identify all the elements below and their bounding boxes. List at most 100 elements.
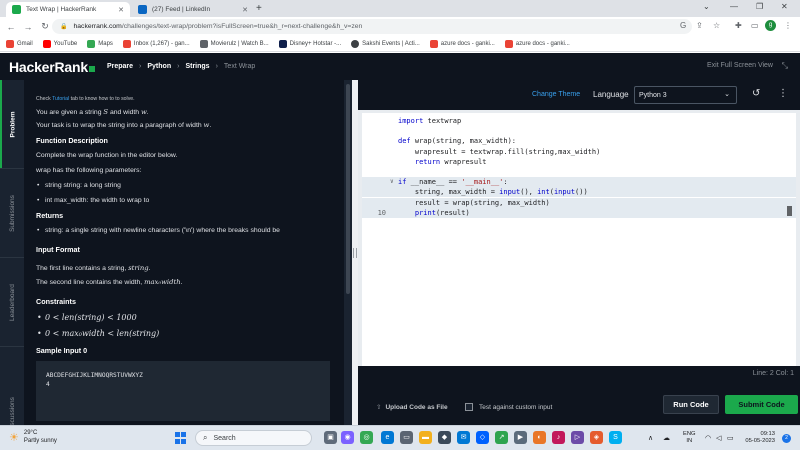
close-tab-icon[interactable]: ✕ bbox=[242, 6, 248, 14]
list-item: 0 < max₀width < len(string) bbox=[36, 328, 332, 340]
share-icon[interactable]: ⇪ bbox=[696, 21, 703, 30]
reload-icon[interactable]: ↻ bbox=[39, 21, 51, 32]
skype-icon[interactable]: S bbox=[609, 431, 622, 444]
side-panel-icon[interactable]: ▭ bbox=[751, 21, 759, 30]
code-line[interactable]: result = wrap(string, max_width) bbox=[362, 197, 796, 208]
restore-icon[interactable]: ❐ bbox=[756, 2, 763, 11]
bookmark-azure-docs-1[interactable]: azure docs - ganki... bbox=[429, 39, 495, 48]
file-explorer-icon[interactable]: ▬ bbox=[419, 431, 432, 444]
google-icon[interactable]: G bbox=[680, 21, 686, 30]
bookmark-star-icon[interactable]: ☆ bbox=[713, 21, 720, 30]
bookmark-gmail[interactable]: Gmail bbox=[6, 39, 33, 48]
tab-leaderboard[interactable]: Leaderboard bbox=[0, 258, 24, 346]
teams-icon[interactable]: ◉ bbox=[341, 431, 354, 444]
battery-icon[interactable]: ▭ bbox=[727, 434, 734, 442]
browser-tab-active[interactable]: Text Wrap | HackerRank ✕ bbox=[6, 2, 130, 17]
dropbox-icon[interactable]: ◇ bbox=[476, 431, 489, 444]
cloud-icon[interactable]: ☁ bbox=[663, 434, 670, 442]
store-icon[interactable]: ◆ bbox=[438, 431, 451, 444]
bookmark-movierulz[interactable]: Movierulz | Watch B... bbox=[199, 39, 269, 48]
submit-code-button[interactable]: Submit Code bbox=[725, 395, 798, 414]
chrome-menu-icon[interactable]: ⋮ bbox=[784, 21, 792, 30]
volume-icon[interactable]: ◁ bbox=[716, 434, 721, 442]
chart-app-icon[interactable]: ↗ bbox=[495, 431, 508, 444]
windows-taskbar: ☀ 29°C Partly sunny ⌕ Search ▣ ◉ ◎ e ▭ ▬… bbox=[0, 425, 800, 450]
upload-code-button[interactable]: ⇧ Upload Code as File bbox=[376, 403, 448, 411]
exit-fullscreen-link[interactable]: Exit Full Screen View bbox=[707, 62, 773, 69]
git-icon[interactable]: ◈ bbox=[590, 431, 603, 444]
terminal-icon[interactable]: ▭ bbox=[400, 431, 413, 444]
bookmark-inbox[interactable]: Inbox (1,267) - gan... bbox=[122, 39, 190, 48]
url-bar[interactable]: 🔒 hackerrank.com/challenges/text-wrap/pr… bbox=[52, 19, 692, 34]
firefox-icon[interactable]: ◐ bbox=[533, 431, 546, 444]
notification-badge[interactable]: 2 bbox=[782, 434, 791, 443]
bookmark-sakshi[interactable]: Sakshi Events | Acti... bbox=[351, 39, 420, 48]
edge-icon[interactable]: e bbox=[381, 431, 394, 444]
fold-chevron-icon[interactable]: ∨ bbox=[390, 177, 394, 187]
extensions-icon[interactable]: ✚ bbox=[735, 21, 742, 30]
taskbar-search[interactable]: ⌕ Search bbox=[195, 430, 312, 446]
profile-avatar[interactable]: g bbox=[765, 20, 776, 31]
music-app-icon[interactable]: ♪ bbox=[552, 431, 565, 444]
browser-tab-title: (27) Feed | LinkedIn bbox=[152, 6, 211, 13]
code-line[interactable]: import textwrap bbox=[362, 116, 796, 126]
code-line[interactable]: 10 print(result) bbox=[362, 207, 796, 218]
reset-code-icon[interactable]: ↺ bbox=[752, 88, 760, 99]
taskbar-clock[interactable]: 09:13 05-05-2023 bbox=[741, 431, 775, 445]
chrome-icon[interactable]: ◎ bbox=[360, 431, 373, 444]
code-line[interactable] bbox=[362, 167, 796, 177]
task-view-icon[interactable]: ▣ bbox=[324, 431, 337, 444]
custom-input-toggle[interactable]: Test against custom input bbox=[465, 403, 552, 411]
scrollbar-thumb[interactable] bbox=[346, 84, 350, 294]
tab-search-icon[interactable]: ⌄ bbox=[703, 2, 710, 11]
chevron-up-icon[interactable]: ∧ bbox=[648, 434, 653, 442]
new-tab-button[interactable]: + bbox=[256, 3, 262, 14]
cursor-position: Line: 2 Col: 1 bbox=[752, 370, 794, 377]
mail-icon[interactable]: ✉ bbox=[457, 431, 470, 444]
gmail-icon bbox=[122, 39, 131, 48]
bookmark-hotstar[interactable]: Disney+ Hotstar -... bbox=[278, 39, 341, 48]
run-code-button[interactable]: Run Code bbox=[663, 395, 719, 414]
code-line[interactable]: string, max_width = input(), int(input()… bbox=[362, 187, 796, 198]
code-editor[interactable]: import textwrap def wrap(string, max_widt… bbox=[362, 113, 796, 369]
lock-icon: 🔒 bbox=[60, 24, 68, 30]
divider bbox=[0, 346, 24, 347]
hotstar-icon bbox=[278, 39, 287, 48]
problem-scrollbar[interactable] bbox=[344, 80, 352, 425]
minimize-icon[interactable]: — bbox=[730, 2, 738, 11]
input-language[interactable]: ENG IN bbox=[683, 431, 696, 445]
visual-studio-icon[interactable]: ▷ bbox=[571, 431, 584, 444]
wifi-icon[interactable]: ◠ bbox=[705, 434, 711, 442]
code-line[interactable]: return wrapresult bbox=[362, 157, 796, 167]
more-options-icon[interactable]: ⋮ bbox=[778, 88, 788, 99]
custom-input-checkbox[interactable] bbox=[465, 403, 473, 411]
drag-handle-icon[interactable] bbox=[353, 248, 357, 258]
breadcrumb-python[interactable]: Python bbox=[147, 63, 171, 70]
start-menu-icon[interactable] bbox=[175, 432, 187, 444]
code-editor-frame: import textwrap def wrap(string, max_widt… bbox=[358, 110, 800, 382]
code-line[interactable]: wrapresult = textwrap.fill(string,max_wi… bbox=[362, 147, 796, 157]
browser-tab-linkedin[interactable]: (27) Feed | LinkedIn ✕ bbox=[132, 2, 254, 17]
exit-fullscreen-icon[interactable]: ⤡ bbox=[782, 61, 788, 71]
language-value: Python 3 bbox=[639, 91, 667, 99]
code-line[interactable] bbox=[362, 126, 796, 136]
code-line[interactable]: ∨ if __name__ == '__main__': bbox=[362, 177, 796, 188]
close-tab-icon[interactable]: ✕ bbox=[118, 6, 124, 14]
back-icon[interactable]: ← bbox=[5, 22, 17, 32]
tab-submissions[interactable]: Submissions bbox=[0, 169, 24, 257]
change-theme-link[interactable]: Change Theme bbox=[532, 91, 580, 98]
code-line[interactable]: def wrap(string, max_width): bbox=[362, 136, 796, 146]
breadcrumb-strings[interactable]: Strings bbox=[185, 63, 209, 70]
bookmark-youtube[interactable]: YouTube bbox=[42, 39, 77, 48]
bookmark-maps[interactable]: Maps bbox=[87, 39, 113, 48]
hackerrank-logo[interactable]: HackerRank bbox=[9, 59, 95, 75]
forward-icon[interactable]: → bbox=[22, 22, 34, 32]
breadcrumb-prepare[interactable]: Prepare bbox=[107, 63, 133, 70]
language-select[interactable]: Python 3 ⌄ bbox=[634, 86, 737, 104]
bookmark-azure-docs-2[interactable]: azure docs - ganki... bbox=[504, 39, 570, 48]
media-icon[interactable]: ▶ bbox=[514, 431, 527, 444]
weather-widget[interactable]: ☀ 29°C Partly sunny bbox=[9, 430, 57, 445]
close-window-icon[interactable]: ✕ bbox=[781, 2, 788, 11]
tab-problem[interactable]: Problem bbox=[0, 80, 24, 168]
tutorial-link[interactable]: Tutorial bbox=[52, 96, 69, 102]
